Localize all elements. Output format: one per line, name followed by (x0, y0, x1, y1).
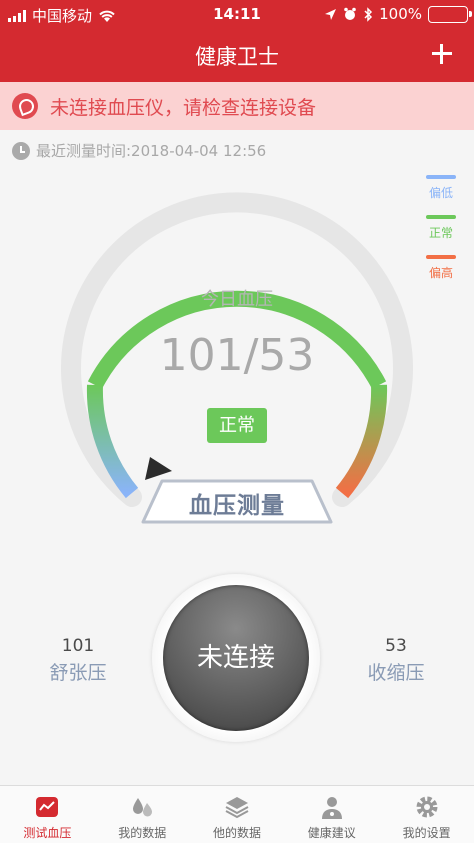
bluetooth-icon (364, 6, 373, 22)
status-bar: 中国移动 14:11 100% (0, 0, 474, 30)
connection-alert: 未连接血压仪，请检查连接设备 (0, 82, 474, 130)
diastolic-value: 101 (61, 636, 95, 656)
diastolic-label: 舒张压 (49, 662, 107, 684)
device-alert-icon (12, 93, 38, 119)
add-button[interactable] (426, 38, 458, 70)
clock-icon (12, 141, 30, 160)
chart-icon (36, 797, 59, 817)
tab-his-data[interactable]: 他的数据 (190, 786, 285, 843)
diastolic-reading: 101 舒张压 (38, 636, 118, 685)
tab-label: 我的设置 (402, 826, 451, 840)
battery-icon (428, 5, 472, 23)
tab-my-settings[interactable]: 我的设置 (379, 786, 474, 843)
tab-label: 健康建议 (307, 826, 356, 840)
location-icon (325, 8, 337, 20)
tab-bar: 测试血压 我的数据 他的数据 健康建议 我的设置 (0, 785, 474, 843)
tab-label: 测试血压 (23, 826, 72, 840)
drops-icon (133, 798, 153, 817)
legend-high: 偏高 (426, 255, 456, 281)
status-badge: 正常 (207, 408, 267, 443)
gear-icon (416, 796, 438, 818)
systolic-value: 53 (385, 636, 407, 656)
nav-bar: 健康卫士 (0, 30, 474, 82)
layers-icon (225, 797, 249, 819)
today-bp-label: 今日血压 (201, 289, 273, 310)
bp-measure-label: 血压测量 (189, 493, 285, 519)
tab-label: 我的数据 (118, 826, 167, 840)
doctor-icon (321, 797, 342, 819)
legend-low: 偏低 (426, 175, 456, 201)
tab-health-advice[interactable]: 健康建议 (284, 786, 379, 843)
page-title: 健康卫士 (195, 45, 279, 69)
systolic-reading: 53 收缩压 (356, 636, 436, 685)
gauge-legend: 偏低 正常 偏高 (426, 175, 456, 295)
last-measure-time: 最近测量时间:2018-04-04 12:56 (12, 140, 266, 161)
battery-percent: 100% (379, 5, 422, 23)
tab-label: 他的数据 (212, 826, 261, 840)
systolic-label: 收缩压 (367, 662, 425, 684)
alert-message: 未连接血压仪，请检查连接设备 (50, 96, 317, 119)
alarm-icon (344, 7, 356, 20)
tab-my-data[interactable]: 我的数据 (95, 786, 190, 843)
legend-normal: 正常 (426, 215, 456, 241)
last-measure-label: 最近测量时间:2018-04-04 12:56 (36, 142, 267, 160)
connect-button[interactable]: 未连接 (163, 585, 309, 731)
today-bp-value: 101/53 (159, 330, 315, 381)
gauge-pointer (145, 457, 172, 480)
tab-measure-bp[interactable]: 测试血压 (0, 786, 95, 843)
bp-measure-button[interactable]: 血压测量 (140, 478, 334, 526)
